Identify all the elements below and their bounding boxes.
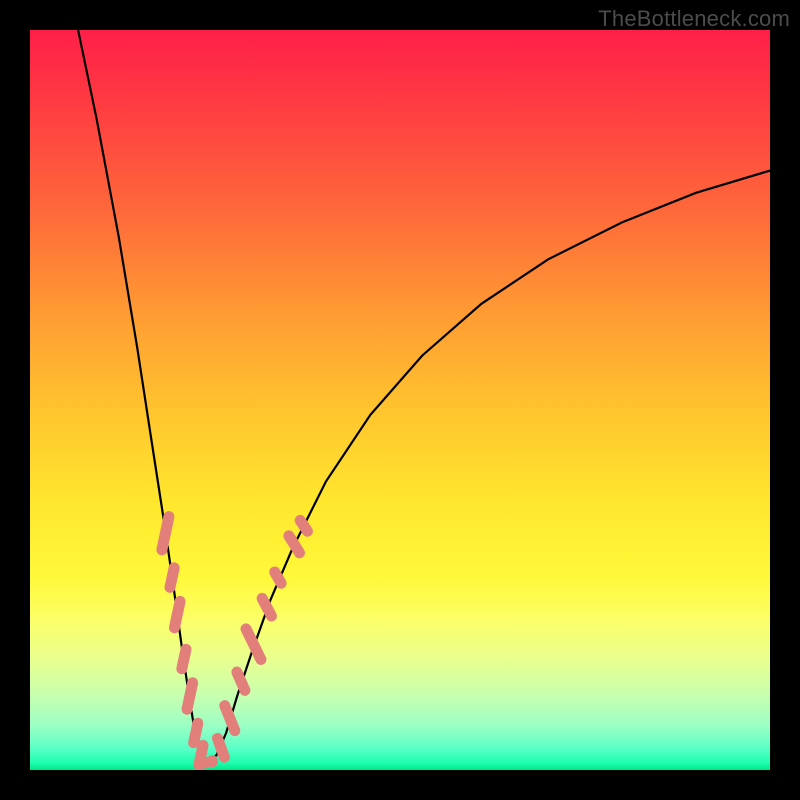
watermark-label: TheBottleneck.com [598, 6, 790, 32]
curve-svg [30, 30, 770, 770]
marker-pill [267, 564, 289, 590]
marker-pill [175, 643, 192, 676]
marker-pill [155, 510, 175, 556]
marker-pill [293, 513, 316, 539]
data-markers [155, 510, 315, 770]
marker-pill [168, 595, 187, 634]
chart-frame: TheBottleneck.com [0, 0, 800, 800]
marker-pill [255, 591, 279, 624]
marker-pill [163, 561, 180, 594]
marker-pill [218, 699, 242, 738]
marker-pill [239, 622, 269, 667]
marker-pill [230, 665, 253, 698]
marker-pill [181, 676, 200, 715]
marker-dot [206, 755, 218, 767]
plot-area [30, 30, 770, 770]
